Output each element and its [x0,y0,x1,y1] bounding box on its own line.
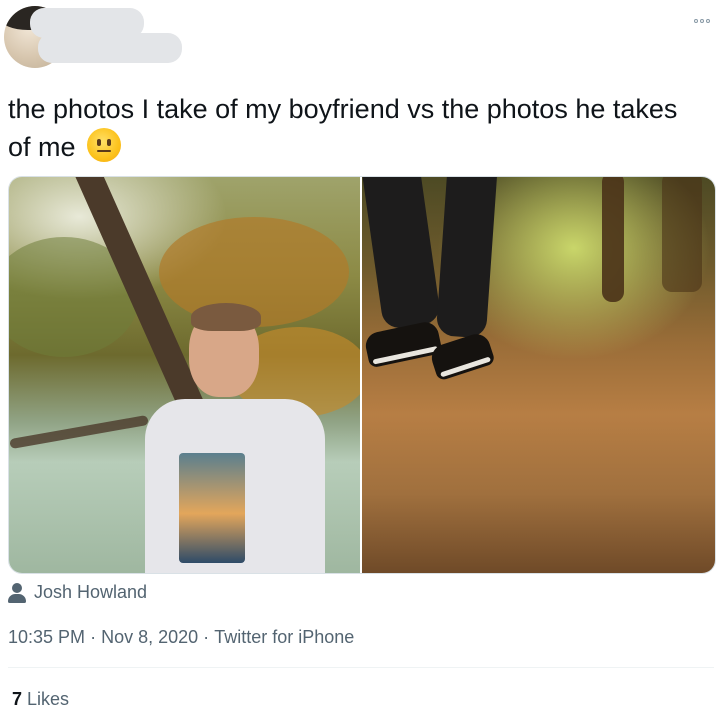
meta-separator: · [203,626,210,647]
more-dot [700,19,704,23]
more-dot [694,19,698,23]
user-icon [8,582,26,603]
photo-credit[interactable]: Josh Howland [8,582,147,603]
photo-credit-name: Josh Howland [34,582,148,602]
neutral-face-emoji-icon [87,128,122,162]
likes-link[interactable]: 7 Likes [12,689,69,710]
likes-count: 7 [12,689,23,709]
meta-separator: · [90,626,97,647]
tweet-date[interactable]: Nov 8, 2020 [101,627,198,647]
redacted-author-handle [38,33,182,63]
more-options-button[interactable] [690,14,714,28]
tweet-meta: 10:35 PM · Nov 8, 2020 · Twitter for iPh… [8,626,354,648]
tweet-source[interactable]: Twitter for iPhone [214,627,354,647]
photo-boyfriend[interactable] [9,177,360,573]
tweet-text: the photos I take of my boyfriend vs the… [8,90,698,166]
tweet-time[interactable]: 10:35 PM [8,627,85,647]
photo-feet[interactable] [362,177,715,573]
more-dot [706,19,710,23]
tweet-media [8,176,716,574]
divider [8,667,714,668]
likes-label: Likes [27,689,70,709]
